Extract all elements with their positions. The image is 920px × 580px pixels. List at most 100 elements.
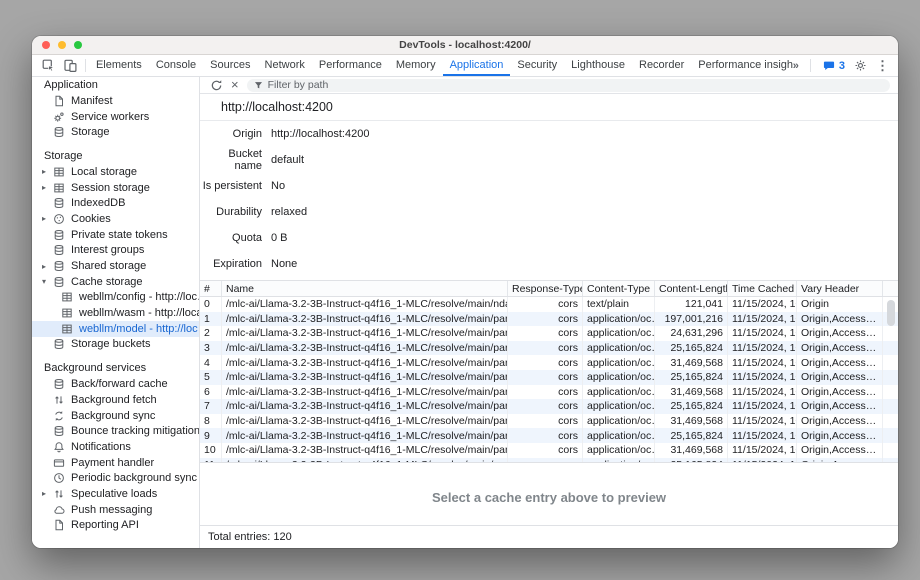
column-header-name[interactable]: Name [222,281,508,296]
window-title: DevTools - localhost:4200/ [32,39,898,51]
sidebar-item-session-storage[interactable]: ▸ Session storage [32,180,199,196]
tab-performance-insights[interactable]: Performance insights [691,55,793,76]
sidebar-item-push-messaging[interactable]: Push messaging [32,502,199,518]
more-tabs-button[interactable]: » [793,60,798,72]
sidebar-item-indexeddb[interactable]: IndexedDB [32,195,199,211]
sidebar-item-shared-storage[interactable]: ▸ Shared storage [32,258,199,274]
tab-label: Elements [96,59,142,71]
chevron-right-icon[interactable]: ▸ [42,262,53,271]
table-row[interactable]: 4/mlc-ai/Llama-3.2-3B-Instruct-q4f16_1-M… [200,355,898,370]
table-row[interactable]: 6/mlc-ai/Llama-3.2-3B-Instruct-q4f16_1-M… [200,385,898,400]
tab-network[interactable]: Network [258,55,312,76]
table-row[interactable]: 0/mlc-ai/Llama-3.2-3B-Instruct-q4f16_1-M… [200,297,898,312]
issues-counter[interactable]: 3 [823,60,845,72]
sidebar-item-background-fetch[interactable]: Background fetch [32,392,199,408]
table-row[interactable]: 8/mlc-ai/Llama-3.2-3B-Instruct-q4f16_1-M… [200,414,898,429]
sidebar-item-cookies[interactable]: ▸Cookies [32,211,199,227]
sidebar-item-notifications[interactable]: Notifications [32,439,199,455]
sidebar-item-reporting-api[interactable]: Reporting API [32,518,199,534]
cell-time-cached: 11/15/2024, 10… [728,385,797,400]
table-row[interactable]: 5/mlc-ai/Llama-3.2-3B-Instruct-q4f16_1-M… [200,370,898,385]
cell-response-type: cors [508,385,583,400]
tab-sources[interactable]: Sources [203,55,257,76]
cell-content-type: application/oc… [583,326,655,341]
sidebar-item-label: webllm/wasm - http://loca… [79,307,199,319]
sidebar-item-private-state-tokens[interactable]: Private state tokens [32,227,199,243]
tab-memory[interactable]: Memory [389,55,443,76]
tab-performance[interactable]: Performance [312,55,389,76]
cache-entries-table: #NameResponse-TypeContent-TypeContent-Le… [200,280,898,463]
sidebar-item-bounce-tracking-mitigations[interactable]: Bounce tracking mitigations [32,423,199,439]
sidebar-item-label: Private state tokens [71,229,168,241]
kebab-menu-icon[interactable]: ⋮ [876,58,889,74]
table-row[interactable]: 3/mlc-ai/Llama-3.2-3B-Instruct-q4f16_1-M… [200,341,898,356]
sidebar-item-cache-storage[interactable]: ▾Cache storage [32,274,199,290]
sidebar-item-interest-groups[interactable]: Interest groups [32,243,199,259]
chat-bubble-icon [823,60,835,72]
sidebar-item-back-forward-cache[interactable]: Back/forward cache [32,376,199,392]
tab-elements[interactable]: Elements [89,55,149,76]
cell-content-type: application/oc… [583,414,655,429]
cell-content-type: application/oc… [583,399,655,414]
delete-selected-icon[interactable]: × [231,78,239,91]
table-row[interactable]: 1/mlc-ai/Llama-3.2-3B-Instruct-q4f16_1-M… [200,312,898,327]
chevron-right-icon[interactable]: ▸ [42,167,53,176]
tab-console[interactable]: Console [149,55,203,76]
tab-application[interactable]: Application [443,55,511,76]
tab-lighthouse[interactable]: Lighthouse [564,55,632,76]
metadata-row-expiration: ExpirationNone [200,251,898,277]
column-header-response-type[interactable]: Response-Type [508,281,583,296]
cell-time-cached: 11/15/2024, 10… [728,428,797,443]
chevron-right-icon[interactable]: ▸ [42,214,53,223]
filter-input[interactable]: Filter by path [247,79,890,92]
chevron-down-icon[interactable]: ▾ [42,277,53,286]
sidebar-item-label: IndexedDB [71,197,125,209]
scrollbar-thumb[interactable] [887,300,895,326]
tab-security[interactable]: Security [510,55,564,76]
table-row[interactable]: 7/mlc-ai/Llama-3.2-3B-Instruct-q4f16_1-M… [200,399,898,414]
inspect-element-icon[interactable] [42,59,55,72]
table-body[interactable]: 0/mlc-ai/Llama-3.2-3B-Instruct-q4f16_1-M… [200,297,898,463]
sidebar-item-label: Service workers [71,111,149,123]
chevron-right-icon[interactable]: ▸ [42,183,53,192]
chevron-right-icon[interactable]: ▸ [42,489,53,498]
cell-content-type: text/plain [583,297,655,312]
cell-response-type: cors [508,443,583,458]
sidebar-item-webllm-wasm-http-loca[interactable]: webllm/wasm - http://loca… [32,305,199,321]
sidebar-item-storage[interactable]: Storage [32,124,199,140]
sidebar-item-label: webllm/config - http://loc… [79,291,199,303]
cell-content-length: 25,165,824 [655,428,728,443]
cell-response-type: cors [508,341,583,356]
cell-: 7 [200,399,222,414]
db-icon [53,244,65,256]
cell-time-cached: 11/15/2024, 10… [728,443,797,458]
column-header-time-cached[interactable]: Time Cached [728,281,797,296]
table-row[interactable]: 10/mlc-ai/Llama-3.2-3B-Instruct-q4f16_1-… [200,443,898,458]
column-header-vary-header[interactable]: Vary Header [797,281,883,296]
sidebar-item-webllm-model-http-loc[interactable]: webllm/model - http://loc… [32,321,199,337]
table-row[interactable]: 2/mlc-ai/Llama-3.2-3B-Instruct-q4f16_1-M… [200,326,898,341]
cell-response-type: cors [508,326,583,341]
sidebar-item-manifest[interactable]: Manifest [32,93,199,109]
sidebar-item-payment-handler[interactable]: Payment handler [32,455,199,471]
sidebar-item-storage-buckets[interactable]: Storage buckets [32,337,199,353]
toggle-device-toolbar-icon[interactable] [64,59,77,72]
preview-placeholder: Select a cache entry above to preview [200,461,898,526]
updown-icon [53,488,65,500]
sidebar-item-webllm-config-http-loc[interactable]: webllm/config - http://loc… [32,290,199,306]
column-header-content-length[interactable]: Content-Length [655,281,728,296]
column-header-[interactable]: # [200,281,222,296]
refresh-icon[interactable] [210,79,223,92]
sidebar-item-speculative-loads[interactable]: ▸Speculative loads [32,486,199,502]
sidebar-item-local-storage[interactable]: ▸Local storage [32,164,199,180]
sidebar-item-label: Shared storage [71,260,146,272]
tab-recorder[interactable]: Recorder [632,55,691,76]
sidebar-item-periodic-background-sync[interactable]: Periodic background sync [32,470,199,486]
sidebar-item-background-sync[interactable]: Background sync [32,408,199,424]
sidebar-item-label: Session storage [71,182,150,194]
column-header-content-type[interactable]: Content-Type [583,281,655,296]
table-row[interactable]: 9/mlc-ai/Llama-3.2-3B-Instruct-q4f16_1-M… [200,428,898,443]
cell-content-type: application/oc… [583,341,655,356]
settings-gear-icon[interactable] [854,59,867,72]
sidebar-item-service-workers[interactable]: Service workers [32,109,199,125]
